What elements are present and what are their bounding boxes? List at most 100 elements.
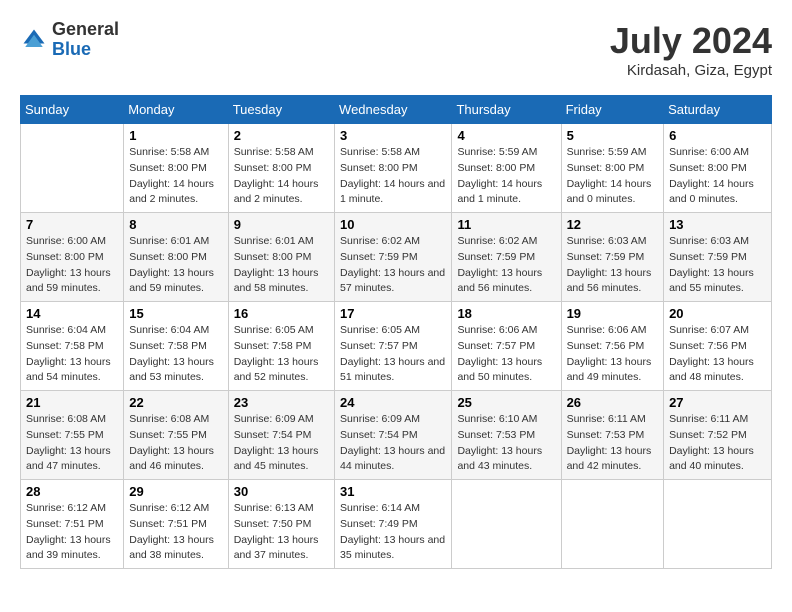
calendar-cell: 20 Sunrise: 6:07 AMSunset: 7:56 PMDayligh… <box>664 302 772 391</box>
day-info: Sunrise: 6:06 AMSunset: 7:56 PMDaylight:… <box>567 323 659 386</box>
day-number: 16 <box>234 306 329 321</box>
day-info: Sunrise: 6:13 AMSunset: 7:50 PMDaylight:… <box>234 501 329 564</box>
header-thursday: Thursday <box>452 96 561 124</box>
calendar-cell: 10Sunrise: 6:02 AMSunset: 7:59 PMDayligh… <box>335 213 452 302</box>
logo-blue: Blue <box>52 40 119 60</box>
day-info: Sunrise: 6:02 AMSunset: 7:59 PMDaylight:… <box>457 234 555 297</box>
logo-icon <box>20 26 48 54</box>
day-info: Sunrise: 6:12 AMSunset: 7:51 PMDaylight:… <box>26 501 118 564</box>
day-info: Sunrise: 5:59 AMSunset: 8:00 PMDaylight:… <box>457 145 555 208</box>
day-info: Sunrise: 5:58 AMSunset: 8:00 PMDaylight:… <box>129 145 222 208</box>
day-info: Sunrise: 6:05 AMSunset: 7:58 PMDaylight:… <box>234 323 329 386</box>
day-info: Sunrise: 6:07 AMSunset: 7:56 PMDaylight:… <box>669 323 766 386</box>
calendar-cell: 6Sunrise: 6:00 AMSunset: 8:00 PMDaylight… <box>664 124 772 213</box>
calendar-cell: 14 Sunrise: 6:04 AMSunset: 7:58 PMDayligh… <box>21 302 124 391</box>
calendar-cell <box>452 480 561 569</box>
calendar-header: Sunday Monday Tuesday Wednesday Thursday… <box>21 96 772 124</box>
day-info: Sunrise: 6:09 AMSunset: 7:54 PMDaylight:… <box>340 412 446 475</box>
day-number: 11 <box>457 217 555 232</box>
day-info: Sunrise: 6:00 AMSunset: 8:00 PMDaylight:… <box>669 145 766 208</box>
day-number: 15 <box>129 306 222 321</box>
day-number: 13 <box>669 217 766 232</box>
header-monday: Monday <box>124 96 228 124</box>
day-number: 1 <box>129 128 222 143</box>
calendar-cell: 17Sunrise: 6:05 AMSunset: 7:57 PMDayligh… <box>335 302 452 391</box>
calendar-cell <box>561 480 664 569</box>
header-tuesday: Tuesday <box>228 96 334 124</box>
calendar-week-4: 21 Sunrise: 6:08 AMSunset: 7:55 PMDayligh… <box>21 391 772 480</box>
day-number: 22 <box>129 395 222 410</box>
day-number: 31 <box>340 484 446 499</box>
day-number: 25 <box>457 395 555 410</box>
day-info: Sunrise: 6:06 AMSunset: 7:57 PMDaylight:… <box>457 323 555 386</box>
logo-general: General <box>52 20 119 40</box>
day-number: 19 <box>567 306 659 321</box>
calendar-cell: 3 Sunrise: 5:58 AMSunset: 8:00 PMDaylight… <box>335 124 452 213</box>
calendar-cell: 8Sunrise: 6:01 AMSunset: 8:00 PMDaylight… <box>124 213 228 302</box>
calendar-cell: 30 Sunrise: 6:13 AMSunset: 7:50 PMDayligh… <box>228 480 334 569</box>
day-number: 21 <box>26 395 118 410</box>
title-area: July 2024 Kirdasah, Giza, Egypt <box>610 20 772 79</box>
calendar-body: 1 Sunrise: 5:58 AMSunset: 8:00 PMDaylight… <box>21 124 772 569</box>
header-friday: Friday <box>561 96 664 124</box>
calendar-subtitle: Kirdasah, Giza, Egypt <box>610 62 772 79</box>
header-wednesday: Wednesday <box>335 96 452 124</box>
calendar-cell: 15 Sunrise: 6:04 AMSunset: 7:58 PMDayligh… <box>124 302 228 391</box>
day-number: 23 <box>234 395 329 410</box>
calendar-cell: 28 Sunrise: 6:12 AMSunset: 7:51 PMDayligh… <box>21 480 124 569</box>
day-number: 5 <box>567 128 659 143</box>
day-number: 30 <box>234 484 329 499</box>
calendar-cell: 2Sunrise: 5:58 AMSunset: 8:00 PMDaylight… <box>228 124 334 213</box>
logo-text: General Blue <box>52 20 119 60</box>
day-number: 24 <box>340 395 446 410</box>
header-row: Sunday Monday Tuesday Wednesday Thursday… <box>21 96 772 124</box>
calendar-cell: 9 Sunrise: 6:01 AMSunset: 8:00 PMDaylight… <box>228 213 334 302</box>
calendar-cell: 16 Sunrise: 6:05 AMSunset: 7:58 PMDayligh… <box>228 302 334 391</box>
day-info: Sunrise: 6:08 AMSunset: 7:55 PMDaylight:… <box>26 412 118 475</box>
day-info: Sunrise: 6:03 AMSunset: 7:59 PMDaylight:… <box>669 234 766 297</box>
calendar-cell <box>21 124 124 213</box>
calendar-cell: 1 Sunrise: 5:58 AMSunset: 8:00 PMDaylight… <box>124 124 228 213</box>
header-saturday: Saturday <box>664 96 772 124</box>
day-info: Sunrise: 5:58 AMSunset: 8:00 PMDaylight:… <box>340 145 446 208</box>
calendar-cell: 21 Sunrise: 6:08 AMSunset: 7:55 PMDayligh… <box>21 391 124 480</box>
calendar-title: July 2024 <box>610 20 772 62</box>
day-info: Sunrise: 6:11 AMSunset: 7:53 PMDaylight:… <box>567 412 659 475</box>
day-number: 2 <box>234 128 329 143</box>
day-number: 3 <box>340 128 446 143</box>
day-number: 28 <box>26 484 118 499</box>
day-number: 29 <box>129 484 222 499</box>
calendar-cell: 27 Sunrise: 6:11 AMSunset: 7:52 PMDayligh… <box>664 391 772 480</box>
day-number: 17 <box>340 306 446 321</box>
day-info: Sunrise: 6:08 AMSunset: 7:55 PMDaylight:… <box>129 412 222 475</box>
day-number: 14 <box>26 306 118 321</box>
day-info: Sunrise: 6:00 AMSunset: 8:00 PMDaylight:… <box>26 234 118 297</box>
calendar-cell: 18Sunrise: 6:06 AMSunset: 7:57 PMDayligh… <box>452 302 561 391</box>
day-number: 9 <box>234 217 329 232</box>
calendar-cell: 13 Sunrise: 6:03 AMSunset: 7:59 PMDayligh… <box>664 213 772 302</box>
calendar-week-1: 1 Sunrise: 5:58 AMSunset: 8:00 PMDaylight… <box>21 124 772 213</box>
day-number: 7 <box>26 217 118 232</box>
day-info: Sunrise: 6:11 AMSunset: 7:52 PMDaylight:… <box>669 412 766 475</box>
day-info: Sunrise: 6:04 AMSunset: 7:58 PMDaylight:… <box>129 323 222 386</box>
calendar-cell: 26 Sunrise: 6:11 AMSunset: 7:53 PMDayligh… <box>561 391 664 480</box>
day-number: 20 <box>669 306 766 321</box>
day-number: 26 <box>567 395 659 410</box>
day-info: Sunrise: 6:12 AMSunset: 7:51 PMDaylight:… <box>129 501 222 564</box>
calendar-table: Sunday Monday Tuesday Wednesday Thursday… <box>20 95 772 569</box>
page-header: General Blue July 2024 Kirdasah, Giza, E… <box>20 20 772 79</box>
day-info: Sunrise: 6:10 AMSunset: 7:53 PMDaylight:… <box>457 412 555 475</box>
calendar-cell: 22 Sunrise: 6:08 AMSunset: 7:55 PMDayligh… <box>124 391 228 480</box>
calendar-cell: 4Sunrise: 5:59 AMSunset: 8:00 PMDaylight… <box>452 124 561 213</box>
day-number: 27 <box>669 395 766 410</box>
day-info: Sunrise: 6:04 AMSunset: 7:58 PMDaylight:… <box>26 323 118 386</box>
calendar-cell: 19 Sunrise: 6:06 AMSunset: 7:56 PMDayligh… <box>561 302 664 391</box>
day-number: 10 <box>340 217 446 232</box>
calendar-cell: 7 Sunrise: 6:00 AMSunset: 8:00 PMDaylight… <box>21 213 124 302</box>
day-number: 8 <box>129 217 222 232</box>
calendar-cell: 24 Sunrise: 6:09 AMSunset: 7:54 PMDayligh… <box>335 391 452 480</box>
day-number: 12 <box>567 217 659 232</box>
calendar-week-3: 14 Sunrise: 6:04 AMSunset: 7:58 PMDayligh… <box>21 302 772 391</box>
day-info: Sunrise: 6:01 AMSunset: 8:00 PMDaylight:… <box>234 234 329 297</box>
calendar-cell: 31Sunrise: 6:14 AMSunset: 7:49 PMDayligh… <box>335 480 452 569</box>
